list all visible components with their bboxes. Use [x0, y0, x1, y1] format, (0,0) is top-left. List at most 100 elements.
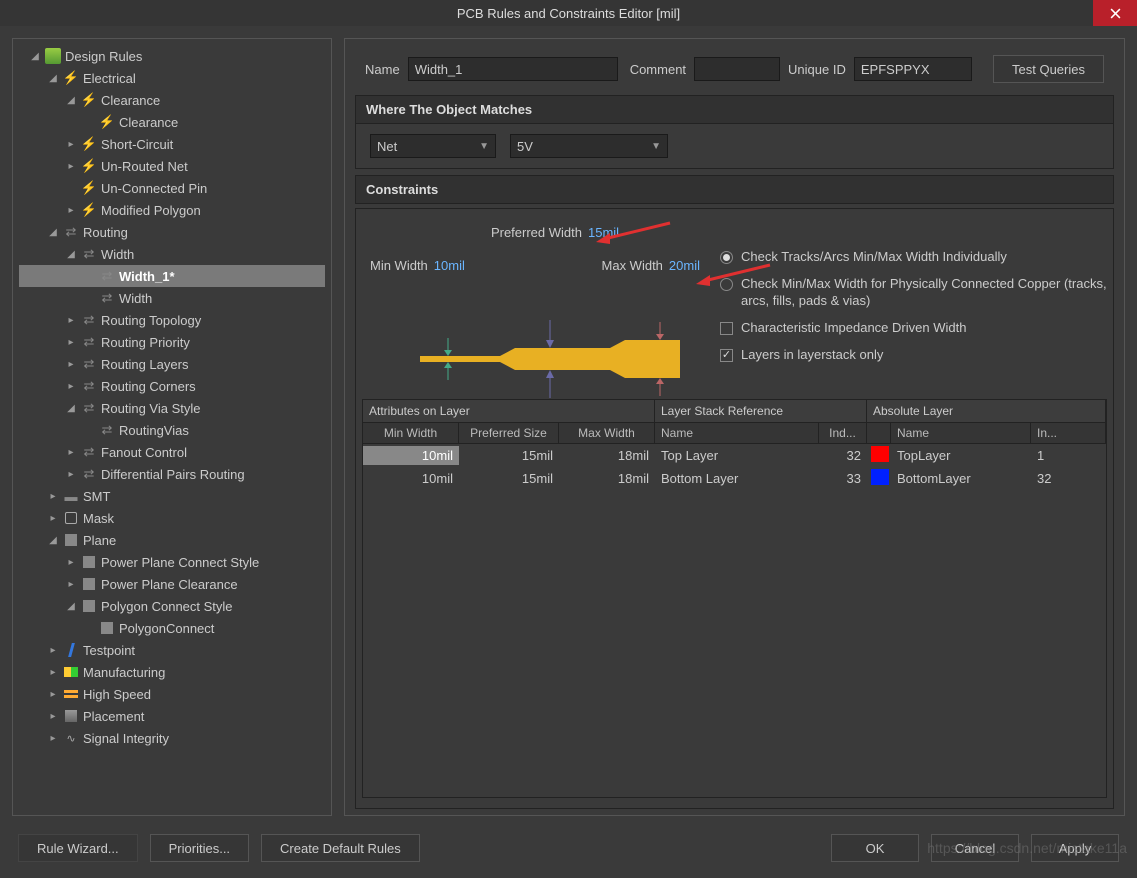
tree-plane-clearance[interactable]: ▸Power Plane Clearance	[19, 573, 325, 595]
col-lname[interactable]: Name	[655, 423, 819, 443]
tree-placement[interactable]: ▸Placement	[19, 705, 325, 727]
min-width-label: Min Width	[370, 258, 428, 273]
track-width-graphic	[410, 320, 690, 400]
diffpairs-icon: ⇄	[81, 466, 97, 482]
tree-routing[interactable]: ◢⇄Routing	[19, 221, 325, 243]
chevron-down-icon: ◢	[65, 601, 77, 612]
layer-attributes-table[interactable]: Attributes on Layer Layer Stack Referenc…	[362, 399, 1107, 798]
constraints-body: Preferred Width 15mil Min Width 10mil Max …	[355, 208, 1114, 809]
tree-root[interactable]: ◢Design Rules	[19, 45, 325, 67]
manufacturing-icon	[63, 664, 79, 680]
chevron-down-icon: ◢	[47, 73, 59, 84]
where-matches-header: Where The Object Matches	[355, 95, 1114, 124]
scope-type-dropdown[interactable]: Net▼	[370, 134, 496, 158]
clearance-icon: ⚡	[81, 92, 97, 108]
layer-color-swatch	[871, 446, 889, 462]
chevron-right-icon: ▸	[47, 733, 59, 744]
chevron-down-icon: ◢	[65, 403, 77, 414]
tree-mask[interactable]: ▸Mask	[19, 507, 325, 529]
preferred-width-label: Preferred Width	[491, 225, 582, 240]
chevron-right-icon: ▸	[65, 139, 77, 150]
chevron-down-icon: ◢	[47, 227, 59, 238]
col-min[interactable]: Min Width	[363, 423, 459, 443]
tree-clearance-rule[interactable]: ⚡Clearance	[19, 111, 325, 133]
titlebar: PCB Rules and Constraints Editor [mil]	[0, 0, 1137, 26]
width-options: Check Tracks/Arcs Min/Max Width Individu…	[720, 225, 1107, 373]
tree-width-rule[interactable]: ⇄Width	[19, 287, 325, 309]
col-group-layerstack: Layer Stack Reference	[655, 400, 867, 422]
tree-manufacturing[interactable]: ▸Manufacturing	[19, 661, 325, 683]
tree-fanout[interactable]: ▸⇄Fanout Control	[19, 441, 325, 463]
tree-plane-connect[interactable]: ▸Power Plane Connect Style	[19, 551, 325, 573]
create-default-button[interactable]: Create Default Rules	[261, 834, 420, 862]
width-icon: ⇄	[99, 268, 115, 284]
plane-icon	[81, 554, 97, 570]
checkbox-icon	[720, 322, 733, 335]
tree-unrouted[interactable]: ▸⚡Un-Routed Net	[19, 155, 325, 177]
uid-input[interactable]	[854, 57, 972, 81]
name-input[interactable]	[408, 57, 618, 81]
tree-polyconnect[interactable]: ◢Polygon Connect Style	[19, 595, 325, 617]
tree-smt[interactable]: ▸▬SMT	[19, 485, 325, 507]
priorities-button[interactable]: Priorities...	[150, 834, 249, 862]
col-pref[interactable]: Preferred Size	[459, 423, 559, 443]
min-width-value[interactable]: 10mil	[434, 258, 465, 273]
testpoint-icon	[63, 642, 79, 658]
tree-viastyle[interactable]: ◢⇄Routing Via Style	[19, 397, 325, 419]
col-max[interactable]: Max Width	[559, 423, 655, 443]
rules-icon	[45, 48, 61, 64]
tree-highspeed[interactable]: ▸High Speed	[19, 683, 325, 705]
tree-routingvias[interactable]: ⇄RoutingVias	[19, 419, 325, 441]
rules-tree-panel: ◢Design Rules ◢⚡Electrical ◢⚡Clearance ⚡…	[12, 38, 332, 816]
tree-testpoint[interactable]: ▸Testpoint	[19, 639, 325, 661]
width-visualization: Preferred Width15mil Min Width10mil Max …	[370, 225, 700, 373]
tree-priority[interactable]: ▸⇄Routing Priority	[19, 331, 325, 353]
chevron-down-icon: ▼	[479, 141, 489, 152]
col-in[interactable]: In...	[1031, 423, 1106, 443]
ok-button[interactable]: OK	[831, 834, 919, 862]
table-row[interactable]: 10mil 15mil 18mil Top Layer 32 TopLayer …	[363, 444, 1106, 467]
tree-modpoly[interactable]: ▸⚡Modified Polygon	[19, 199, 325, 221]
tree-unconnected[interactable]: ⚡Un-Connected Pin	[19, 177, 325, 199]
close-button[interactable]	[1093, 0, 1137, 26]
window-title: PCB Rules and Constraints Editor [mil]	[457, 6, 680, 21]
close-icon	[1110, 8, 1121, 19]
watermark: https://blog.csdn.net/mistake11a	[927, 840, 1127, 856]
tree-topology[interactable]: ▸⇄Routing Topology	[19, 309, 325, 331]
chevron-right-icon: ▸	[65, 315, 77, 326]
tree-plane[interactable]: ◢Plane	[19, 529, 325, 551]
tree-layers[interactable]: ▸⇄Routing Layers	[19, 353, 325, 375]
tree-electrical[interactable]: ◢⚡Electrical	[19, 67, 325, 89]
tree-width-1[interactable]: ⇄Width_1*	[19, 265, 325, 287]
highspeed-icon	[63, 686, 79, 702]
col-ind[interactable]: Ind...	[819, 423, 867, 443]
col-group-absolute: Absolute Layer	[867, 400, 1106, 422]
clearance-icon: ⚡	[99, 114, 115, 130]
max-width-value[interactable]: 20mil	[669, 258, 700, 273]
rule-header-row: Name Comment Unique ID Test Queries	[355, 49, 1114, 89]
tree-clearance[interactable]: ◢⚡Clearance	[19, 89, 325, 111]
chevron-right-icon: ▸	[47, 711, 59, 722]
short-icon: ⚡	[81, 136, 97, 152]
layerstack-checkbox[interactable]: Layers in layerstack only	[720, 347, 1107, 364]
width-icon: ⇄	[81, 246, 97, 262]
comment-input[interactable]	[694, 57, 780, 81]
tree-signalintegrity[interactable]: ▸∿Signal Integrity	[19, 727, 325, 749]
radio-icon	[720, 278, 733, 291]
tree-diffpairs[interactable]: ▸⇄Differential Pairs Routing	[19, 463, 325, 485]
chevron-down-icon: ◢	[29, 51, 41, 62]
impedance-checkbox[interactable]: Characteristic Impedance Driven Width	[720, 320, 1107, 337]
tree-short-circuit[interactable]: ▸⚡Short-Circuit	[19, 133, 325, 155]
check-copper-radio[interactable]: Check Min/Max Width for Physically Conne…	[720, 276, 1107, 310]
unrouted-icon: ⚡	[81, 158, 97, 174]
preferred-width-value[interactable]: 15mil	[588, 225, 619, 240]
table-row[interactable]: 10mil 15mil 18mil Bottom Layer 33 Bottom…	[363, 467, 1106, 490]
test-queries-button[interactable]: Test Queries	[993, 55, 1104, 83]
check-tracks-radio[interactable]: Check Tracks/Arcs Min/Max Width Individu…	[720, 249, 1107, 266]
col-aname[interactable]: Name	[891, 423, 1031, 443]
tree-polyconnect-rule[interactable]: PolygonConnect	[19, 617, 325, 639]
tree-width[interactable]: ◢⇄Width	[19, 243, 325, 265]
scope-value-dropdown[interactable]: 5V▼	[510, 134, 668, 158]
chevron-right-icon: ▸	[65, 557, 77, 568]
tree-corners[interactable]: ▸⇄Routing Corners	[19, 375, 325, 397]
